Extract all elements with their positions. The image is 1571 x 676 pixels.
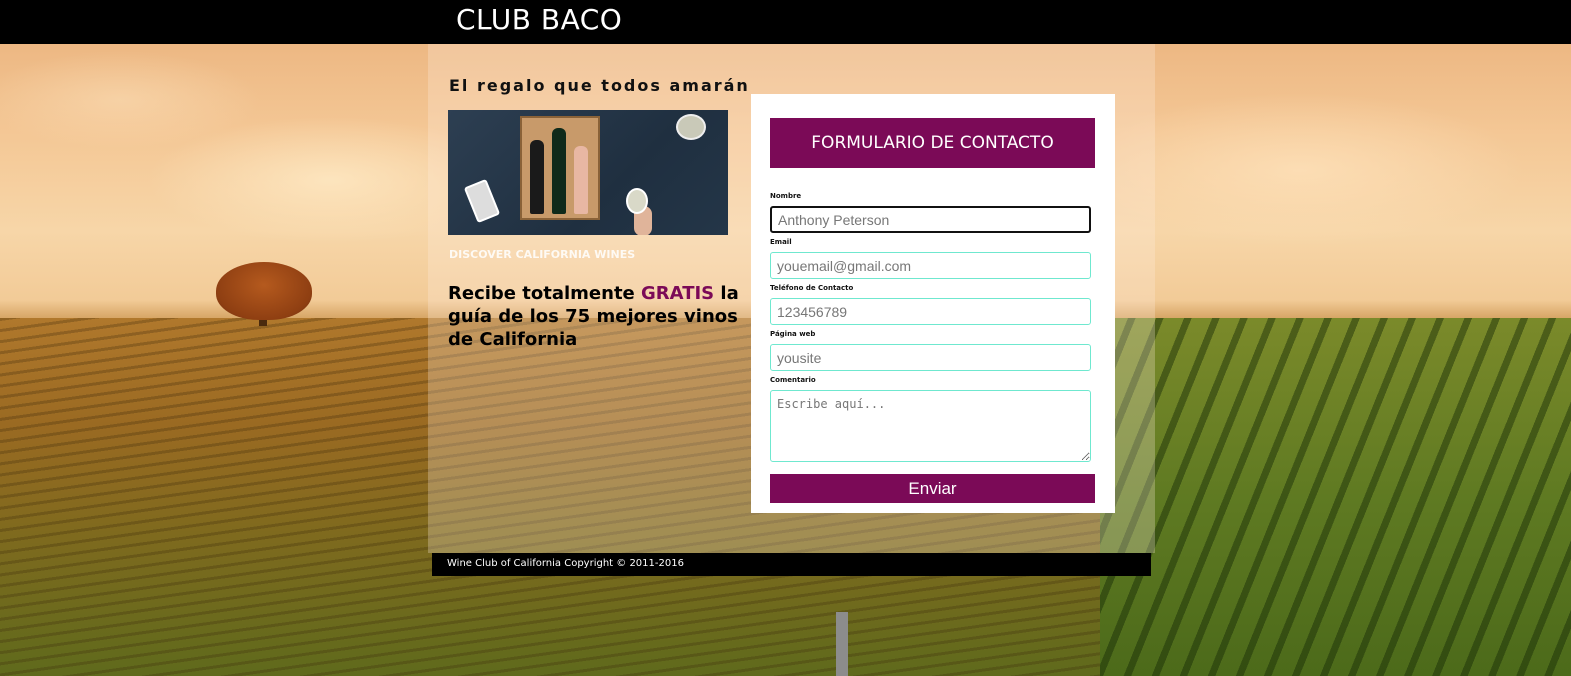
- wine-gift-box-image: [448, 110, 728, 235]
- brand-logo-link[interactable]: CLUB BACO: [456, 3, 622, 36]
- wine-glass-icon: [626, 188, 648, 214]
- email-label: Email: [770, 238, 792, 246]
- form-title: FORMULARIO DE CONTACTO: [770, 118, 1095, 168]
- tagline-heading: El regalo que todos amarán: [449, 76, 750, 95]
- name-input[interactable]: [770, 206, 1091, 233]
- discover-caption: DISCOVER CALIFORNIA WINES: [449, 248, 636, 261]
- gift-box: [520, 116, 600, 220]
- phone-icon: [463, 178, 501, 224]
- wine-bottle: [552, 128, 566, 214]
- wine-glass-icon: [676, 114, 706, 140]
- wine-bottle: [574, 146, 588, 214]
- submit-button[interactable]: Enviar: [770, 474, 1095, 503]
- top-bar: CLUB BACO: [0, 0, 1571, 44]
- website-label: Página web: [770, 330, 816, 338]
- email-input[interactable]: [770, 252, 1091, 279]
- comment-label: Comentario: [770, 376, 816, 384]
- name-label: Nombre: [770, 192, 802, 200]
- comment-textarea[interactable]: [770, 390, 1091, 462]
- wine-bottle: [530, 140, 544, 214]
- copyright-text: Wine Club of California Copyright © 2011…: [447, 558, 684, 569]
- vineyard-rows-right: [1100, 318, 1571, 676]
- phone-input[interactable]: [770, 298, 1091, 325]
- footer-bar: Wine Club of California Copyright © 2011…: [432, 553, 1151, 576]
- vineyard-post: [836, 612, 848, 676]
- contact-form: FORMULARIO DE CONTACTO Nombre Email Telé…: [751, 94, 1115, 513]
- promo-highlight: GRATIS: [641, 283, 715, 304]
- phone-label: Teléfono de Contacto: [770, 284, 854, 292]
- promo-text: Recibe totalmente GRATIS la guía de los …: [448, 282, 748, 351]
- website-input[interactable]: [770, 344, 1091, 371]
- lone-tree: [216, 262, 312, 320]
- promo-prefix: Recibe totalmente: [448, 283, 642, 304]
